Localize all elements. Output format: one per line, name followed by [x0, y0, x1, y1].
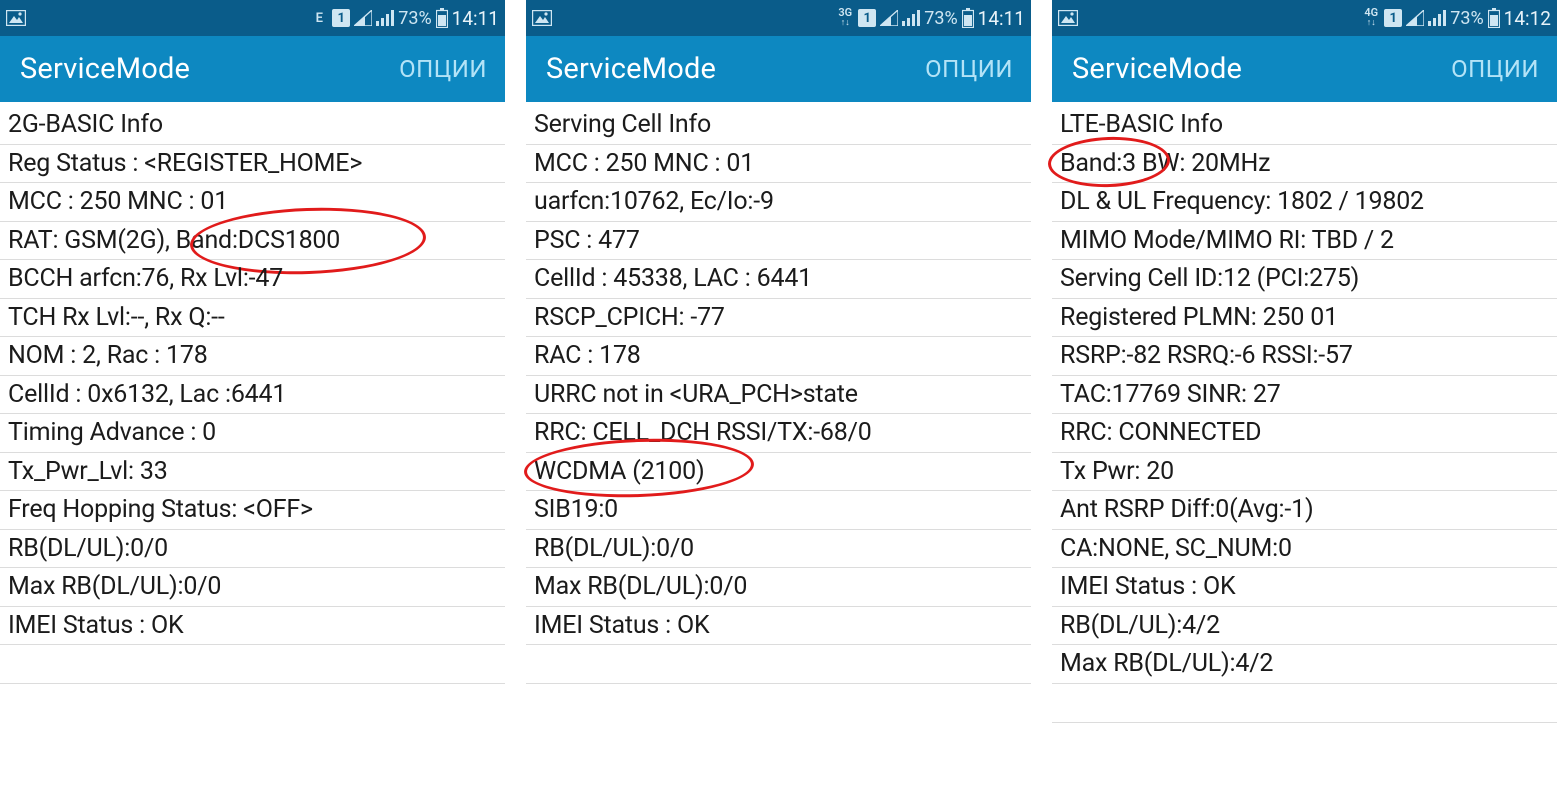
- status-bar: 3G↑↓1 73% 14:11: [526, 0, 1031, 36]
- battery-icon: [436, 8, 448, 28]
- sim-badge: 1: [858, 9, 876, 27]
- list-item: SIB19:0: [526, 491, 1031, 530]
- clock: 14:12: [1504, 7, 1551, 30]
- list-item: MIMO Mode/MIMO RI: TBD / 2: [1052, 222, 1557, 261]
- signal-sim1-icon: [354, 10, 372, 26]
- battery-icon: [1488, 8, 1500, 28]
- statusbar-right: E1 73% 14:11: [310, 7, 499, 30]
- battery-percent: 73%: [398, 8, 431, 29]
- list-item: Max RB(DL/UL):4/2: [1052, 645, 1557, 684]
- list-item: uarfcn:10762, Ec/Io:-9: [526, 183, 1031, 222]
- signal-sim2-icon: [376, 10, 394, 26]
- list-item: Tx Pwr: 20: [1052, 453, 1557, 492]
- status-bar: E1 73% 14:11: [0, 0, 505, 36]
- image-icon: [532, 10, 552, 26]
- list-item: URRC not in <URA_PCH>state: [526, 376, 1031, 415]
- list-item: WCDMA (2100): [526, 453, 1031, 492]
- list-item: LTE-BASIC Info: [1052, 106, 1557, 145]
- list-item: DL & UL Frequency: 1802 / 19802: [1052, 183, 1557, 222]
- list-item: Tx_Pwr_Lvl: 33: [0, 453, 505, 492]
- clock: 14:11: [978, 7, 1025, 30]
- list-item: Serving Cell ID:12 (PCI:275): [1052, 260, 1557, 299]
- list-item: RRC: CONNECTED: [1052, 414, 1557, 453]
- info-list: Serving Cell InfoMCC : 250 MNC : 01uarfc…: [526, 102, 1031, 684]
- signal-sim2-icon: [1428, 10, 1446, 26]
- list-item: RRC: CELL_DCH RSSI/TX:-68/0: [526, 414, 1031, 453]
- list-item: CA:NONE, SC_NUM:0: [1052, 530, 1557, 569]
- list-item: RAT: GSM(2G), Band:DCS1800: [0, 222, 505, 261]
- list-item: MCC : 250 MNC : 01: [0, 183, 505, 222]
- phone-screen: 4G↑↓1 73% 14:12 ServiceMode ОПЦИИ LTE-BASIC I…: [1052, 0, 1557, 800]
- list-item: RSRP:-82 RSRQ:-6 RSSI:-57: [1052, 337, 1557, 376]
- list-item: TAC:17769 SINR: 27: [1052, 376, 1557, 415]
- battery-icon: [962, 8, 974, 28]
- action-bar: ServiceMode ОПЦИИ: [0, 36, 505, 102]
- network-type-label: E: [310, 14, 328, 23]
- list-item: NOM : 2, Rac : 178: [0, 337, 505, 376]
- signal-sim1-icon: [880, 10, 898, 26]
- info-list: LTE-BASIC InfoBand:3 BW: 20MHzDL & UL Fr…: [1052, 102, 1557, 723]
- battery-percent: 73%: [1450, 8, 1483, 29]
- list-item: Reg Status : <REGISTER_HOME>: [0, 145, 505, 184]
- status-bar: 4G↑↓1 73% 14:12: [1052, 0, 1557, 36]
- list-item: Band:3 BW: 20MHz: [1052, 145, 1557, 184]
- statusbar-left: [532, 10, 552, 26]
- sim-badge: 1: [1384, 9, 1402, 27]
- list-item: RB(DL/UL):0/0: [526, 530, 1031, 569]
- list-item: Max RB(DL/UL):0/0: [526, 568, 1031, 607]
- options-button[interactable]: ОПЦИИ: [925, 55, 1013, 83]
- list-item: Serving Cell Info: [526, 106, 1031, 145]
- list-item: [0, 645, 505, 684]
- list-item: Max RB(DL/UL):0/0: [0, 568, 505, 607]
- image-icon: [6, 10, 26, 26]
- sim-badge: 1: [332, 9, 350, 27]
- list-item: [526, 645, 1031, 684]
- network-type-label: 4G↑↓: [1362, 8, 1380, 28]
- app-title: ServiceMode: [1072, 52, 1242, 86]
- list-item: TCH Rx Lvl:--, Rx Q:--: [0, 299, 505, 338]
- list-item: IMEI Status : OK: [526, 607, 1031, 646]
- list-item: RB(DL/UL):0/0: [0, 530, 505, 569]
- network-type-label: 3G↑↓: [836, 8, 854, 28]
- list-item: IMEI Status : OK: [0, 607, 505, 646]
- info-list: 2G-BASIC InfoReg Status : <REGISTER_HOME…: [0, 102, 505, 684]
- signal-sim2-icon: [902, 10, 920, 26]
- action-bar: ServiceMode ОПЦИИ: [1052, 36, 1557, 102]
- options-button[interactable]: ОПЦИИ: [1451, 55, 1539, 83]
- screen-gap: [505, 0, 526, 800]
- list-item: CellId : 0x6132, Lac :6441: [0, 376, 505, 415]
- list-item: BCCH arfcn:76, Rx Lvl:-47: [0, 260, 505, 299]
- list-item: RAC : 178: [526, 337, 1031, 376]
- image-icon: [1058, 10, 1078, 26]
- clock: 14:11: [452, 7, 499, 30]
- action-bar: ServiceMode ОПЦИИ: [526, 36, 1031, 102]
- list-item: RB(DL/UL):4/2: [1052, 607, 1557, 646]
- battery-percent: 73%: [924, 8, 957, 29]
- list-item: CellId : 45338, LAC : 6441: [526, 260, 1031, 299]
- list-item: MCC : 250 MNC : 01: [526, 145, 1031, 184]
- list-item: Freq Hopping Status: <OFF>: [0, 491, 505, 530]
- statusbar-right: 3G↑↓1 73% 14:11: [836, 7, 1025, 30]
- list-item: 2G-BASIC Info: [0, 106, 505, 145]
- app-title: ServiceMode: [20, 52, 190, 86]
- phone-screen: E173%14:11ServiceModeОПЦИИ2G-BASIC InfoR…: [0, 0, 505, 800]
- phone-screen: 3G↑↓1 73% 14:11 ServiceMode ОПЦИИ Serving Cel…: [526, 0, 1031, 800]
- options-button[interactable]: ОПЦИИ: [399, 55, 487, 83]
- statusbar-right: 4G↑↓1 73% 14:12: [1362, 7, 1551, 30]
- signal-sim1-icon: [1406, 10, 1424, 26]
- list-item: [1052, 684, 1557, 723]
- app-title: ServiceMode: [546, 52, 716, 86]
- list-item: Registered PLMN: 250 01: [1052, 299, 1557, 338]
- list-item: Ant RSRP Diff:0(Avg:-1): [1052, 491, 1557, 530]
- statusbar-left: [6, 10, 26, 26]
- screen-gap: [1031, 0, 1052, 800]
- list-item: IMEI Status : OK: [1052, 568, 1557, 607]
- statusbar-left: [1058, 10, 1078, 26]
- list-item: RSCP_CPICH: -77: [526, 299, 1031, 338]
- list-item: PSC : 477: [526, 222, 1031, 261]
- list-item: Timing Advance : 0: [0, 414, 505, 453]
